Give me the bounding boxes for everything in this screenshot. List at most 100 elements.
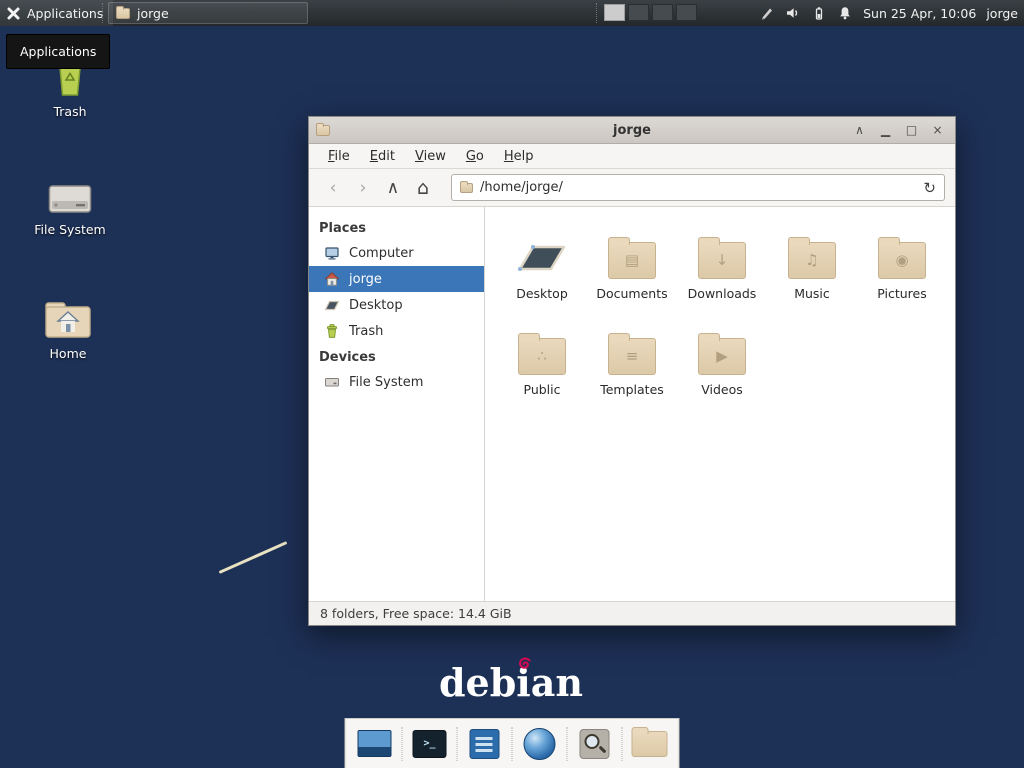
statusbar: 8 folders, Free space: 14.4 GiB xyxy=(309,601,955,625)
workspace-pager xyxy=(604,4,697,21)
menu-help[interactable]: Help xyxy=(494,146,544,167)
trash-icon xyxy=(324,323,340,339)
dock-show-desktop-button[interactable] xyxy=(354,723,396,765)
applications-label: Applications xyxy=(27,6,103,21)
applications-tooltip: Applications xyxy=(6,34,110,69)
home-icon[interactable]: ⌂ xyxy=(409,174,437,201)
menu-file[interactable]: File xyxy=(318,146,360,167)
address-text: /home/jorge/ xyxy=(480,180,910,195)
file-item-music[interactable]: ♫ Music xyxy=(767,223,857,319)
desktop-icon-home[interactable]: Home xyxy=(25,292,111,361)
folder-icon xyxy=(632,731,668,757)
statusbar-text: 8 folders, Free space: 14.4 GiB xyxy=(320,606,512,621)
titlebar[interactable]: jorge ∧ ▁ □ × xyxy=(309,117,955,144)
dock-file-manager-button[interactable] xyxy=(629,723,671,765)
folder-icon: ◉ xyxy=(878,242,926,279)
workspace-1[interactable] xyxy=(604,4,625,21)
file-item-label: Downloads xyxy=(677,286,767,301)
file-item-label: Desktop xyxy=(497,286,587,301)
stylus-icon[interactable] xyxy=(759,5,775,21)
devices-header: Devices xyxy=(309,344,484,369)
file-view: Desktop ▤ Documents ↓ Downloads ♫ Music xyxy=(485,207,955,601)
panel-separator xyxy=(102,3,103,23)
video-emblem-icon: ▶ xyxy=(716,349,728,364)
workspace-3[interactable] xyxy=(652,4,673,21)
bell-icon[interactable] xyxy=(837,5,853,21)
panel-username: jorge xyxy=(986,6,1018,21)
desktop-preview-icon xyxy=(358,730,392,757)
file-item-label: Pictures xyxy=(857,286,947,301)
dock-terminal-blue-button[interactable] xyxy=(464,723,506,765)
desktop-icon-label: Home xyxy=(25,346,111,361)
sidebar: Places Computer jorge xyxy=(309,207,485,601)
debian-logo: debian xyxy=(431,660,591,705)
menubar: File Edit View Go Help xyxy=(309,144,955,169)
file-item-label: Documents xyxy=(587,286,677,301)
file-item-desktop[interactable]: Desktop xyxy=(497,223,587,319)
terminal-icon xyxy=(413,730,447,758)
computer-icon xyxy=(324,245,340,261)
menu-view[interactable]: View xyxy=(405,146,456,167)
taskbar-window-label: jorge xyxy=(137,6,169,21)
taskbar-window-button[interactable]: jorge xyxy=(108,2,308,24)
file-item-documents[interactable]: ▤ Documents xyxy=(587,223,677,319)
sidebar-item-computer[interactable]: Computer xyxy=(309,240,484,266)
dock-browser-button[interactable] xyxy=(519,723,561,765)
file-item-pictures[interactable]: ◉ Pictures xyxy=(857,223,947,319)
close-button[interactable]: × xyxy=(927,121,948,140)
sidebar-item-label: Trash xyxy=(349,324,383,339)
share-emblem-icon: ∴ xyxy=(537,349,547,364)
file-item-label: Templates xyxy=(587,382,677,397)
home-folder-icon xyxy=(25,292,111,340)
applications-menu-button[interactable]: Applications xyxy=(0,0,113,26)
desktop-icon-file-system[interactable]: File System xyxy=(27,168,113,237)
address-bar[interactable]: /home/jorge/ ↻ xyxy=(451,174,945,201)
sidebar-item-trash[interactable]: Trash xyxy=(309,318,484,344)
file-item-downloads[interactable]: ↓ Downloads xyxy=(677,223,767,319)
up-icon[interactable]: ∧ xyxy=(379,174,407,201)
file-item-label: Public xyxy=(497,382,587,397)
terminal-blue-icon xyxy=(470,729,500,759)
folder-icon: ↓ xyxy=(698,242,746,279)
reload-icon[interactable]: ↻ xyxy=(917,179,936,197)
menu-edit[interactable]: Edit xyxy=(360,146,405,167)
panel-clock[interactable]: Sun 25 Apr, 10:06 xyxy=(863,6,976,21)
folder-icon: ♫ xyxy=(788,242,836,279)
menu-go[interactable]: Go xyxy=(456,146,494,167)
dock-panel xyxy=(345,718,680,768)
music-emblem-icon: ♫ xyxy=(805,253,818,268)
dock-separator xyxy=(402,727,403,761)
file-manager-window: jorge ∧ ▁ □ × File Edit View Go Help ‹ ›… xyxy=(308,116,956,626)
debian-wordmark: debian xyxy=(439,660,583,705)
sidebar-item-label: File System xyxy=(349,375,423,390)
desktop-icon-label: Trash xyxy=(27,104,113,119)
battery-icon[interactable] xyxy=(811,5,827,21)
top-panel: Applications jorge Sun 25 Apr, 10:06 xyxy=(0,0,1024,26)
volume-icon[interactable] xyxy=(785,5,801,21)
folder-icon: ▶ xyxy=(698,338,746,375)
sidebar-item-desktop[interactable]: Desktop xyxy=(309,292,484,318)
workspace-4[interactable] xyxy=(676,4,697,21)
minimize-button[interactable]: ▁ xyxy=(875,121,896,140)
workspace-2[interactable] xyxy=(628,4,649,21)
places-header: Places xyxy=(309,215,484,240)
dock-terminal-button[interactable] xyxy=(409,723,451,765)
maximize-button[interactable]: □ xyxy=(901,121,922,140)
file-item-templates[interactable]: ≡ Templates xyxy=(587,319,677,415)
back-icon[interactable]: ‹ xyxy=(319,174,347,201)
folder-icon: ∴ xyxy=(518,338,566,375)
file-item-public[interactable]: ∴ Public xyxy=(497,319,587,415)
dock-app-finder-button[interactable] xyxy=(574,723,616,765)
file-item-videos[interactable]: ▶ Videos xyxy=(677,319,767,415)
sidebar-item-jorge[interactable]: jorge xyxy=(309,266,484,292)
sidebar-item-label: jorge xyxy=(349,272,382,287)
shade-button[interactable]: ∧ xyxy=(849,121,870,140)
sidebar-item-label: Desktop xyxy=(349,298,403,313)
sidebar-item-file-system[interactable]: File System xyxy=(309,369,484,395)
drive-icon xyxy=(324,374,340,390)
applications-icon xyxy=(6,6,21,21)
toolbar: ‹ › ∧ ⌂ /home/jorge/ ↻ xyxy=(309,169,955,207)
forward-icon[interactable]: › xyxy=(349,174,377,201)
folder-icon: ≡ xyxy=(608,338,656,375)
address-folder-icon xyxy=(460,183,473,193)
